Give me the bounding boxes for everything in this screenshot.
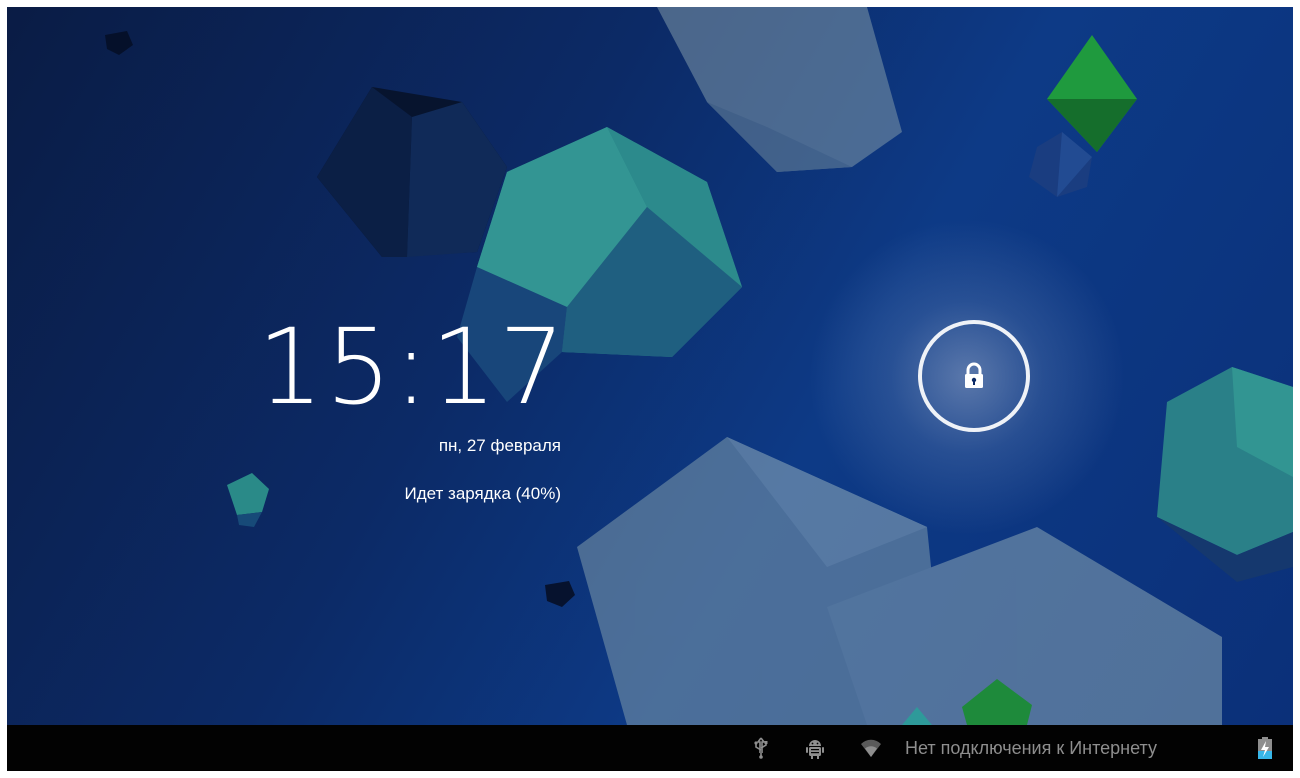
lock-icon [965, 362, 983, 388]
unlock-handle[interactable] [918, 320, 1030, 432]
wallpaper-crystal [1029, 35, 1137, 197]
usb-icon [754, 737, 768, 759]
android-debug-icon [806, 740, 824, 759]
date-label: пн, 27 февраля [438, 436, 561, 455]
battery-charging-icon [1258, 737, 1272, 759]
wallpaper-crystal [105, 31, 133, 55]
status-bar: Нет подключения к Интернету [7, 725, 1293, 771]
lock-screen: 15:17 пн, 27 февраля Идет зарядка (40%) [7, 7, 1293, 725]
wallpaper-crystal [545, 581, 575, 607]
wallpaper-crystal [657, 7, 902, 172]
wallpaper-crystal [1157, 367, 1293, 582]
wifi-icon [861, 739, 881, 757]
wallpaper-crystal [317, 87, 507, 257]
charging-status: Идет зарядка (40%) [404, 484, 561, 503]
network-status-label: Нет подключения к Интернету [905, 738, 1157, 758]
clock-time: 15:17 [257, 306, 567, 428]
